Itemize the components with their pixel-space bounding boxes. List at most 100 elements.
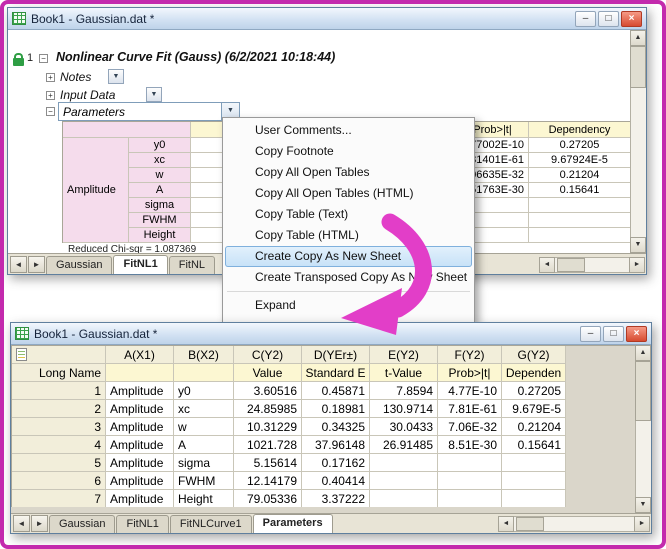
cell[interactable]: 79.05336 xyxy=(234,490,302,508)
table-corner-cell[interactable] xyxy=(63,122,191,138)
column-header[interactable]: D(YEr±) xyxy=(302,346,370,364)
scroll-up-icon[interactable]: ▲ xyxy=(635,345,651,361)
cell[interactable]: 0.17162 xyxy=(302,454,370,472)
cell[interactable]: Amplitude xyxy=(106,400,174,418)
hscroll-track[interactable] xyxy=(555,257,629,273)
tab-fitnlcurve1[interactable]: FitNLCurve1 xyxy=(170,515,252,533)
expand-notes-icon[interactable]: + xyxy=(46,73,55,82)
cell[interactable] xyxy=(438,490,502,508)
cell[interactable]: 1021.728 xyxy=(234,436,302,454)
cell[interactable]: Amplitude xyxy=(106,490,174,508)
param-header-cell[interactable]: xc xyxy=(129,153,191,168)
horizontal-scrollbar[interactable]: ◄ ► xyxy=(498,515,650,532)
parameters-combobox[interactable]: Parameters ▼ xyxy=(58,102,240,121)
dependency-value-cell[interactable] xyxy=(529,213,631,228)
minimize-button[interactable]: – xyxy=(580,326,601,342)
tab-scroll-right-icon[interactable]: ► xyxy=(31,515,48,532)
hscroll-track[interactable] xyxy=(514,516,634,532)
tab-scroll-left-icon[interactable]: ◄ xyxy=(13,515,30,532)
cell[interactable]: 8.51E-30 xyxy=(438,436,502,454)
dependency-value-cell[interactable]: 0.15641 xyxy=(529,183,631,198)
titlebar[interactable]: Book1 - Gaussian.dat * – □ × xyxy=(8,8,646,30)
group-header-cell[interactable]: Amplitude xyxy=(63,138,129,243)
cell[interactable] xyxy=(502,490,566,508)
cell[interactable]: 7.06E-32 xyxy=(438,418,502,436)
cell[interactable] xyxy=(370,490,438,508)
scroll-right-icon[interactable]: ► xyxy=(629,257,645,273)
column-header[interactable]: F(Y2) xyxy=(438,346,502,364)
recalculate-lock-icon[interactable] xyxy=(13,58,24,66)
cell[interactable]: 37.96148 xyxy=(302,436,370,454)
scroll-right-icon[interactable]: ► xyxy=(634,516,650,532)
menu-item-create-copy-as-new-sheet[interactable]: Create Copy As New Sheet xyxy=(225,246,472,267)
cell[interactable]: Amplitude xyxy=(106,454,174,472)
long-name-cell[interactable]: Prob>|t| xyxy=(438,364,502,382)
cell[interactable]: y0 xyxy=(174,382,234,400)
cell[interactable]: FWHM xyxy=(174,472,234,490)
collapse-node-icon[interactable]: − xyxy=(39,54,48,63)
param-header-cell[interactable]: y0 xyxy=(129,138,191,153)
tab-fitnl1[interactable]: FitNL1 xyxy=(116,515,168,533)
column-header[interactable]: B(X2) xyxy=(174,346,234,364)
long-name-cell[interactable]: t-Value xyxy=(370,364,438,382)
close-button[interactable]: × xyxy=(621,11,642,27)
scroll-left-icon[interactable]: ◄ xyxy=(498,516,514,532)
cell[interactable]: 7.8594 xyxy=(370,382,438,400)
vertical-scrollbar[interactable]: ▲ ▼ xyxy=(630,30,646,253)
row-header[interactable]: 4 xyxy=(12,436,106,454)
scroll-up-icon[interactable]: ▲ xyxy=(630,30,646,46)
titlebar[interactable]: Book1 - Gaussian.dat * – □ × xyxy=(11,323,651,345)
param-header-cell[interactable]: A xyxy=(129,183,191,198)
cell[interactable]: 4.77E-10 xyxy=(438,382,502,400)
cell[interactable]: 7.81E-61 xyxy=(438,400,502,418)
cell[interactable]: 130.9714 xyxy=(370,400,438,418)
cell[interactable]: 3.60516 xyxy=(234,382,302,400)
cell[interactable]: A xyxy=(174,436,234,454)
dependency-value-cell[interactable]: 0.27205 xyxy=(529,138,631,153)
cell[interactable]: Amplitude xyxy=(106,436,174,454)
long-name-cell[interactable] xyxy=(106,364,174,382)
dependency-value-cell[interactable] xyxy=(529,228,631,243)
cell[interactable]: Amplitude xyxy=(106,472,174,490)
cell[interactable]: 0.34325 xyxy=(302,418,370,436)
cell[interactable]: 10.31229 xyxy=(234,418,302,436)
long-name-cell[interactable] xyxy=(174,364,234,382)
column-header[interactable]: E(Y2) xyxy=(370,346,438,364)
close-button[interactable]: × xyxy=(626,326,647,342)
cell[interactable]: Height xyxy=(174,490,234,508)
expand-input-data-icon[interactable]: + xyxy=(46,91,55,100)
collapse-parameters-icon[interactable]: − xyxy=(46,107,55,116)
notes-dropdown-icon[interactable]: ▼ xyxy=(108,69,124,84)
menu-item-user-comments[interactable]: User Comments... xyxy=(223,120,474,141)
dependency-header-cell[interactable]: Dependency xyxy=(529,122,631,138)
cell[interactable] xyxy=(438,454,502,472)
cell[interactable]: 0.15641 xyxy=(502,436,566,454)
cell[interactable]: 24.85985 xyxy=(234,400,302,418)
row-header[interactable]: 5 xyxy=(12,454,106,472)
tab-fitnl1[interactable]: FitNL1 xyxy=(113,255,167,274)
cell[interactable] xyxy=(438,472,502,490)
row-header[interactable]: 3 xyxy=(12,418,106,436)
corner-header-cell[interactable] xyxy=(12,346,106,364)
cell[interactable]: 5.15614 xyxy=(234,454,302,472)
input-data-dropdown-icon[interactable]: ▼ xyxy=(146,87,162,102)
minimize-button[interactable]: – xyxy=(575,11,596,27)
cell[interactable]: 26.91485 xyxy=(370,436,438,454)
scrollbar-thumb[interactable] xyxy=(630,46,646,88)
tab-gaussian[interactable]: Gaussian xyxy=(49,515,115,533)
cell[interactable]: 12.14179 xyxy=(234,472,302,490)
long-name-cell[interactable]: Dependen xyxy=(502,364,566,382)
menu-item-expand[interactable]: Expand xyxy=(223,295,474,316)
dependency-value-cell[interactable]: 9.67924E-5 xyxy=(529,153,631,168)
menu-item-create-transposed-copy[interactable]: Create Transposed Copy As New Sheet xyxy=(223,267,474,288)
cell[interactable]: 0.27205 xyxy=(502,382,566,400)
menu-item-copy-footnote[interactable]: Copy Footnote xyxy=(223,141,474,162)
tab-scroll-right-icon[interactable]: ► xyxy=(28,256,45,273)
tab-gaussian[interactable]: Gaussian xyxy=(46,256,112,274)
scroll-left-icon[interactable]: ◄ xyxy=(539,257,555,273)
param-header-cell[interactable]: sigma xyxy=(129,198,191,213)
report-node-number[interactable]: 1 xyxy=(27,52,33,64)
row-header[interactable]: 6 xyxy=(12,472,106,490)
horizontal-scrollbar[interactable]: ◄ ► xyxy=(539,256,645,273)
long-name-row-header[interactable]: Long Name xyxy=(12,364,106,382)
